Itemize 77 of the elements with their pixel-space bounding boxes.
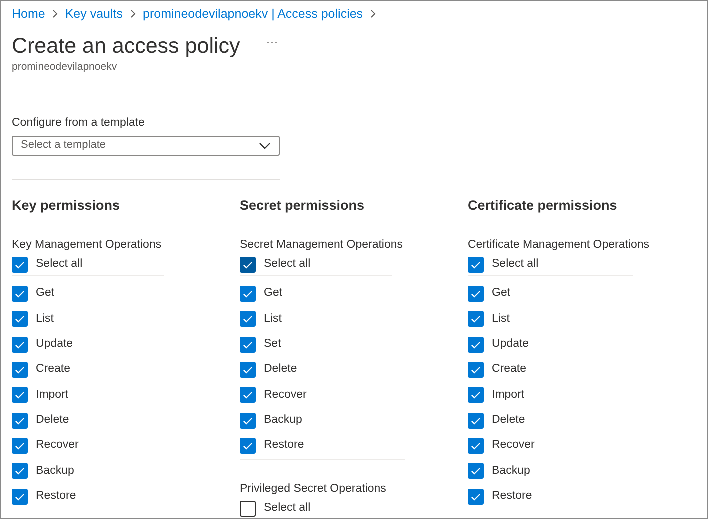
group-label: Privileged Secret Operations — [240, 482, 388, 497]
checkbox[interactable] — [12, 438, 28, 454]
checkbox-label: Import — [492, 388, 525, 403]
breadcrumb-link[interactable]: Home — [12, 5, 46, 24]
group-label: Secret Management Operations — [240, 238, 404, 253]
checkbox-label: Backup — [492, 464, 530, 479]
checkbox-label: Restore — [492, 489, 532, 504]
chevron-down-icon — [259, 142, 271, 150]
checkbox[interactable] — [240, 286, 256, 302]
chevron-right-icon — [369, 10, 378, 18]
checkbox[interactable] — [12, 463, 28, 480]
checkbox-label: Select all — [492, 256, 539, 272]
checkbox-label: Delete — [492, 413, 526, 428]
checkbox-label: Select all — [36, 256, 83, 272]
checkbox-label: Recover — [36, 438, 79, 454]
checkbox-label: Restore — [36, 489, 76, 504]
checkbox-label: List — [36, 312, 54, 326]
checkbox-label: Get — [36, 286, 55, 302]
checkbox[interactable] — [12, 488, 28, 505]
checkbox[interactable] — [468, 336, 484, 353]
checkbox[interactable] — [468, 362, 484, 378]
checkbox-label: List — [492, 312, 510, 326]
checkbox-label: Delete — [36, 413, 70, 428]
group-label: Certificate Management Operations — [468, 238, 651, 253]
checkbox[interactable] — [12, 362, 28, 378]
checkbox-label: Set — [264, 336, 282, 352]
checkbox[interactable] — [12, 412, 28, 429]
checkbox[interactable] — [240, 412, 256, 429]
checkbox[interactable] — [240, 387, 256, 404]
more-options-button[interactable]: ··· — [266, 32, 278, 51]
checkbox[interactable] — [468, 463, 484, 480]
chevron-right-icon — [51, 10, 60, 18]
checkbox-label: Create — [36, 362, 71, 378]
template-dropdown[interactable]: Select a template — [12, 136, 280, 156]
checkbox[interactable] — [240, 311, 256, 328]
checkbox[interactable] — [468, 286, 484, 302]
checkbox[interactable] — [468, 438, 484, 454]
chevron-right-icon — [129, 10, 138, 18]
checkbox[interactable] — [240, 336, 256, 353]
checkbox-label: Get — [492, 286, 511, 302]
checkbox-label: Get — [264, 286, 283, 302]
checkbox-label: Backup — [264, 413, 302, 428]
checkbox-label: Restore — [264, 438, 304, 454]
checkbox[interactable] — [12, 311, 28, 328]
checkbox[interactable] — [240, 438, 256, 454]
checkbox[interactable] — [468, 387, 484, 404]
checkbox-label: Import — [36, 388, 69, 403]
checkbox[interactable] — [468, 488, 484, 505]
breadcrumb-link[interactable]: promineodevilapnoekv | Access policies — [143, 5, 364, 24]
checkbox[interactable] — [468, 311, 484, 328]
checkbox[interactable] — [12, 387, 28, 404]
checkbox[interactable] — [468, 412, 484, 429]
checkbox-label: Delete — [264, 362, 298, 378]
page-title: Create an access policy — [12, 34, 240, 60]
checkbox-label: Recover — [492, 438, 535, 454]
checkbox-label: Backup — [36, 464, 74, 479]
breadcrumb-link[interactable]: Key vaults — [65, 5, 124, 24]
checkbox-label: Create — [492, 362, 527, 378]
column-heading: Secret permissions — [240, 196, 366, 215]
checkbox[interactable] — [240, 362, 256, 378]
checkbox[interactable] — [240, 500, 256, 517]
checkbox-label: Update — [36, 336, 74, 352]
checkbox[interactable] — [240, 256, 256, 273]
group-label: Key Management Operations — [12, 238, 163, 253]
checkbox-label: Update — [492, 336, 530, 352]
checkbox-label: Recover — [264, 388, 307, 403]
column-heading: Key permissions — [12, 196, 122, 215]
checkbox[interactable] — [12, 256, 28, 273]
page-subtitle: promineodevilapnoekv — [12, 60, 118, 75]
checkbox-label: Select all — [264, 256, 311, 272]
checkbox[interactable] — [12, 286, 28, 302]
template-label: Configure from a template — [12, 116, 146, 132]
checkbox-label: List — [264, 312, 282, 326]
checkbox[interactable] — [468, 256, 484, 273]
checkbox[interactable] — [12, 336, 28, 353]
checkbox-label: Select all — [264, 500, 311, 516]
column-heading: Certificate permissions — [468, 196, 618, 215]
